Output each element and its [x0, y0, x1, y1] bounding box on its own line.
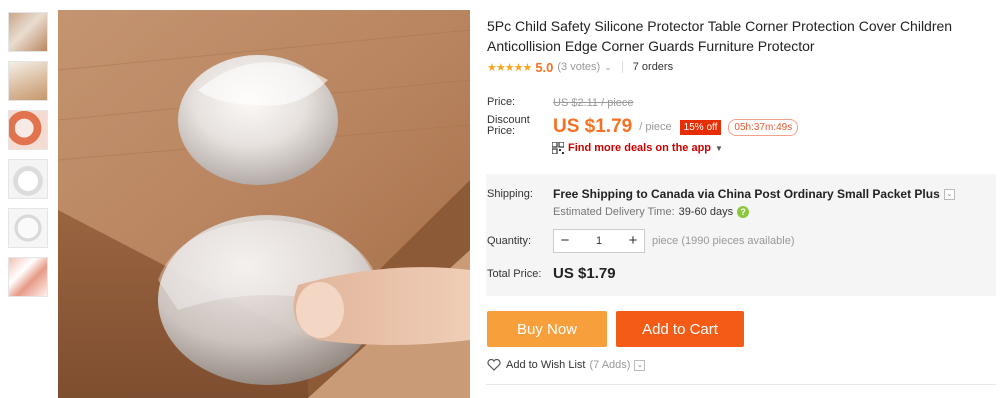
product-photo	[58, 10, 470, 398]
buy-now-button[interactable]: Buy Now	[487, 311, 607, 347]
price-unit: / piece	[639, 121, 672, 133]
countdown-timer: 05h:37m:49s	[728, 118, 799, 136]
orders-count: 7 orders	[632, 61, 674, 73]
thumbnail-4[interactable]	[8, 159, 48, 199]
thumbnail-list	[8, 12, 50, 306]
shipping-method-text: Free Shipping to Canada via China Post O…	[553, 187, 940, 201]
quantity-increase-button[interactable]: +	[622, 230, 644, 252]
thumbnail-image	[9, 209, 47, 247]
divider	[486, 384, 996, 385]
estimated-delivery-days: 39-60 days	[678, 206, 734, 218]
shipping-label: Shipping:	[487, 188, 533, 200]
divider	[621, 61, 623, 73]
quantity-label: Quantity:	[487, 235, 532, 247]
quantity-decrease-button[interactable]: −	[554, 230, 576, 252]
quantity-stepper: − +	[553, 229, 645, 253]
product-detail-panel: 5Pc Child Safety Silicone Protector Tabl…	[486, 0, 996, 398]
shipping-method[interactable]: Free Shipping to Canada via China Post O…	[553, 187, 955, 201]
rating-row: ★★★★★ 5.0 (3 votes) ⌄ 7 orders	[487, 59, 673, 75]
quantity-available: piece (1990 pieces available)	[652, 235, 795, 247]
thumbnail-image	[9, 258, 47, 296]
add-to-cart-button[interactable]: Add to Cart	[616, 311, 744, 347]
qr-code-icon	[552, 142, 564, 154]
heart-icon	[487, 359, 501, 371]
thumbnail-image	[9, 111, 47, 149]
rating-score: 5.0	[535, 59, 554, 75]
star-rating-icon: ★★★★★	[487, 61, 532, 74]
thumbnail-6[interactable]	[8, 257, 48, 297]
total-price-label: Total Price:	[487, 268, 542, 280]
estimated-delivery: Estimated Delivery Time: 39-60 days ?	[553, 206, 750, 218]
votes-link[interactable]: (3 votes)	[557, 61, 600, 73]
discount-price: US $1.79	[553, 116, 633, 137]
original-price: US $2.11 / piece	[553, 97, 634, 109]
help-icon[interactable]: ?	[737, 206, 750, 218]
product-title: 5Pc Child Safety Silicone Protector Tabl…	[487, 18, 953, 54]
thumbnail-1[interactable]	[8, 12, 48, 52]
chevron-down-icon[interactable]: ⌄	[604, 62, 612, 73]
thumbnail-image	[9, 160, 47, 198]
thumbnail-2[interactable]	[8, 61, 48, 101]
quantity-input[interactable]	[576, 235, 622, 247]
chevron-down-icon[interactable]: ⌄	[634, 359, 646, 371]
app-deals-link[interactable]: Find more deals on the app ▼	[552, 142, 723, 154]
add-to-wishlist-link[interactable]: Add to Wish List (7 Adds) ⌄	[487, 359, 646, 371]
thumbnail-image	[9, 62, 47, 100]
thumbnail-3[interactable]	[8, 110, 48, 150]
app-deals-label: Find more deals on the app	[568, 142, 712, 154]
discount-badge: 15% off	[679, 119, 722, 135]
discount-price-label: Discount Price:	[487, 114, 530, 137]
thumbnail-5[interactable]	[8, 208, 48, 248]
main-product-image[interactable]	[58, 10, 470, 398]
estimated-delivery-label: Estimated Delivery Time:	[553, 206, 675, 218]
caret-down-icon: ▼	[715, 143, 723, 153]
total-price: US $1.79	[553, 265, 616, 282]
price-label: Price:	[487, 96, 516, 108]
chevron-down-icon[interactable]: ⌄	[943, 188, 955, 200]
discount-price-row: US $1.79 / piece 15% off 05h:37m:49s	[553, 116, 799, 138]
thumbnail-image	[9, 13, 47, 51]
wishlist-count: (7 Adds)	[589, 359, 631, 371]
wishlist-label: Add to Wish List	[506, 359, 586, 371]
